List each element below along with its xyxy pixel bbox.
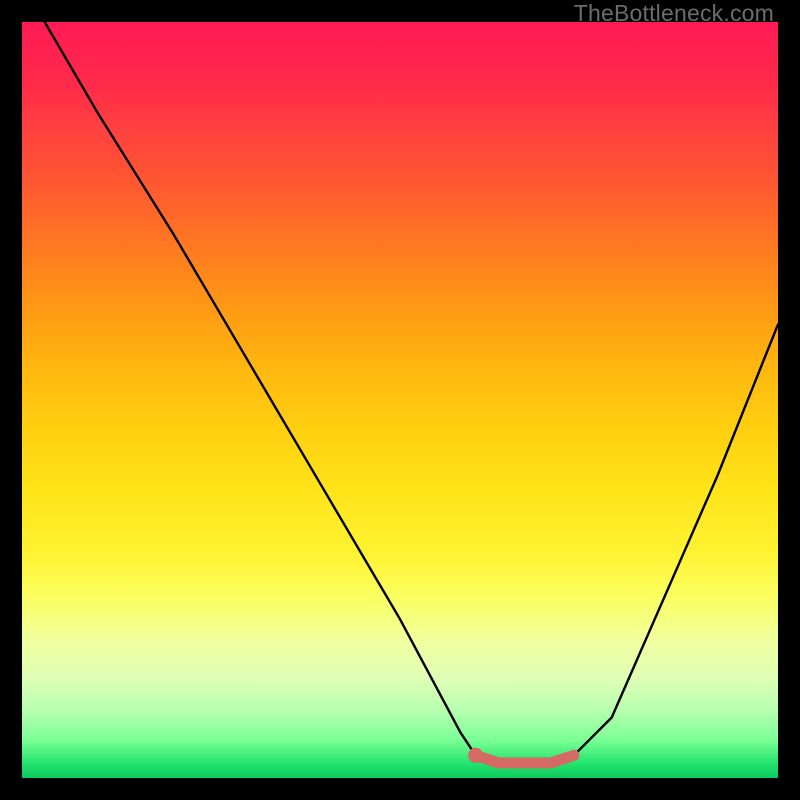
chart-svg [22, 22, 778, 778]
optimal-range-marker [476, 755, 574, 763]
optimal-point-dot [468, 748, 483, 763]
bottleneck-curve [45, 22, 778, 763]
watermark-text: TheBottleneck.com [574, 0, 774, 27]
chart-frame [22, 22, 778, 778]
